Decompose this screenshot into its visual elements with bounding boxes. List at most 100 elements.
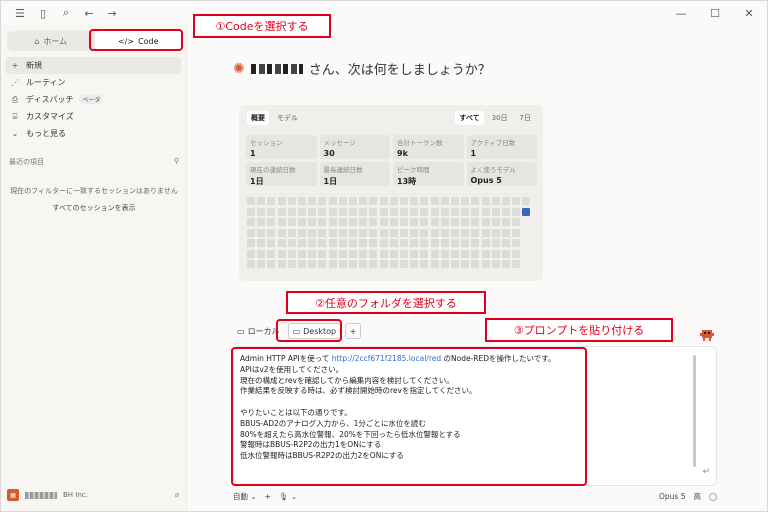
search-icon[interactable]: ⌕ — [55, 2, 77, 24]
heatmap-cell — [471, 207, 480, 216]
heatmap-cell — [247, 249, 255, 258]
local-label: ローカル — [247, 326, 280, 336]
add-folder-button[interactable]: + — [345, 323, 362, 339]
sidebar-item-routine[interactable]: ⋰ ルーティン — [5, 74, 181, 91]
sidebar-item-new[interactable]: + 新規 — [5, 57, 181, 74]
sidebar-item-dispatch[interactable]: ⎙ ディスパッチ ベータ — [5, 91, 181, 108]
range-7d[interactable]: 7日 — [516, 111, 535, 125]
heatmap-cell — [420, 239, 429, 247]
heatmap-cell — [287, 207, 296, 216]
model-select[interactable]: Opus 5 — [659, 492, 685, 501]
heatmap-cell — [267, 249, 276, 258]
heatmap-cell — [491, 239, 500, 247]
heatmap-cell — [471, 197, 480, 205]
heatmap-cell — [379, 197, 388, 205]
effort-select[interactable]: 高 — [694, 491, 702, 502]
attach-icon[interactable]: ⌀ — [175, 491, 179, 499]
heatmap-cell — [389, 207, 398, 216]
heatmap-cell — [349, 207, 357, 216]
heatmap-cell — [430, 228, 439, 237]
heatmap-cell — [318, 228, 327, 237]
heatmap-cell — [451, 239, 459, 247]
mic-icon[interactable]: 🎙 ⌄ — [279, 492, 297, 501]
heatmap-cell — [389, 218, 398, 226]
forward-arrow-icon[interactable]: → — [101, 2, 123, 24]
heatmap-cell — [277, 249, 286, 258]
heatmap-cell — [430, 218, 439, 226]
enter-icon: ↵ — [702, 467, 710, 477]
heatmap-cell — [389, 260, 398, 268]
tab-home[interactable]: ⌂ ホーム — [7, 31, 95, 51]
stat-value: 1日 — [250, 177, 264, 186]
heatmap-cell — [379, 228, 388, 237]
heatmap-cell — [247, 197, 255, 205]
heatmap-cell — [277, 207, 286, 216]
plus-icon[interactable]: + — [265, 492, 271, 501]
heatmap-cell — [328, 197, 337, 205]
range-all[interactable]: すべて — [455, 111, 484, 125]
heatmap-cell — [359, 249, 368, 258]
activity-heatmap — [247, 197, 537, 277]
claude-mascot-icon — [700, 330, 714, 341]
tab-models[interactable]: モデル — [273, 111, 302, 125]
heatmap-cell — [298, 239, 306, 247]
close-icon[interactable]: ✕ — [737, 2, 761, 24]
sidebar-item-customize[interactable]: ⌸ カスタマイズ — [5, 108, 181, 125]
heatmap-cell — [328, 260, 337, 268]
heatmap-cell — [379, 260, 388, 268]
heatmap-cell — [400, 197, 408, 205]
heatmap-cell — [369, 249, 378, 258]
heatmap-cell — [430, 260, 439, 268]
heatmap-cell — [287, 260, 296, 268]
heatmap-cell — [318, 239, 327, 247]
prompt-toolbar: 自動 ⌄ + 🎙 ⌄ Opus 5 高 — [233, 491, 717, 502]
heatmap-cell — [481, 218, 490, 226]
recent-heading: 最近の項目 — [9, 158, 44, 166]
heatmap-cell — [338, 249, 347, 258]
show-all-sessions-link[interactable]: すべてのセッションを表示 — [1, 203, 187, 213]
heatmap-cell — [430, 239, 439, 247]
heatmap-cell — [308, 207, 317, 216]
sidebar-toggle-icon[interactable]: ▯ — [32, 2, 54, 24]
stat-label: アクティブ日数 — [470, 139, 516, 147]
prompt-scrollbar[interactable] — [693, 355, 696, 467]
heatmap-cell — [522, 207, 531, 216]
heatmap-cell — [420, 228, 429, 237]
back-arrow-icon[interactable]: ← — [78, 2, 100, 24]
heatmap-cell — [369, 239, 378, 247]
filter-icon[interactable]: ⚲ — [174, 157, 179, 167]
user-account[interactable]: ▦ BH Inc. ⌀ — [7, 487, 181, 503]
heatmap-cell — [338, 207, 347, 216]
heatmap-cell — [440, 239, 449, 247]
tab-overview[interactable]: 概要 — [247, 111, 269, 125]
heatmap-cell — [277, 260, 286, 268]
heatmap-cell — [287, 228, 296, 237]
sidebar-item-more[interactable]: ⌄ もっと見る — [5, 125, 181, 142]
heatmap-cell — [369, 218, 378, 226]
heatmap-cell — [430, 249, 439, 258]
heatmap-cell — [491, 228, 500, 237]
heatmap-cell — [349, 218, 357, 226]
heatmap-cell — [430, 207, 439, 216]
menu-icon[interactable]: ☰ — [9, 2, 31, 24]
heatmap-cell — [369, 260, 378, 268]
stat-card: セッション 1 — [246, 135, 317, 159]
heatmap-cell — [338, 197, 347, 205]
heatmap-cell — [400, 218, 408, 226]
stat-card: ピーク時間 13時 — [393, 162, 464, 186]
heatmap-cell — [481, 239, 490, 247]
heatmap-cell — [349, 228, 357, 237]
heatmap-cell — [461, 239, 470, 247]
heatmap-cell — [410, 207, 419, 216]
minimize-icon[interactable]: — — [669, 2, 693, 24]
heatmap-cell — [318, 218, 327, 226]
heatmap-cell — [389, 197, 398, 205]
mode-select[interactable]: 自動 ⌄ — [233, 491, 257, 502]
heatmap-cell — [420, 197, 429, 205]
maximize-icon[interactable]: ☐ — [703, 2, 727, 24]
heatmap-cell — [308, 228, 317, 237]
heatmap-cell — [287, 239, 296, 247]
heatmap-cell — [349, 197, 357, 205]
sidebar-item-label: ルーティン — [26, 78, 66, 87]
range-30d[interactable]: 30日 — [488, 111, 512, 125]
